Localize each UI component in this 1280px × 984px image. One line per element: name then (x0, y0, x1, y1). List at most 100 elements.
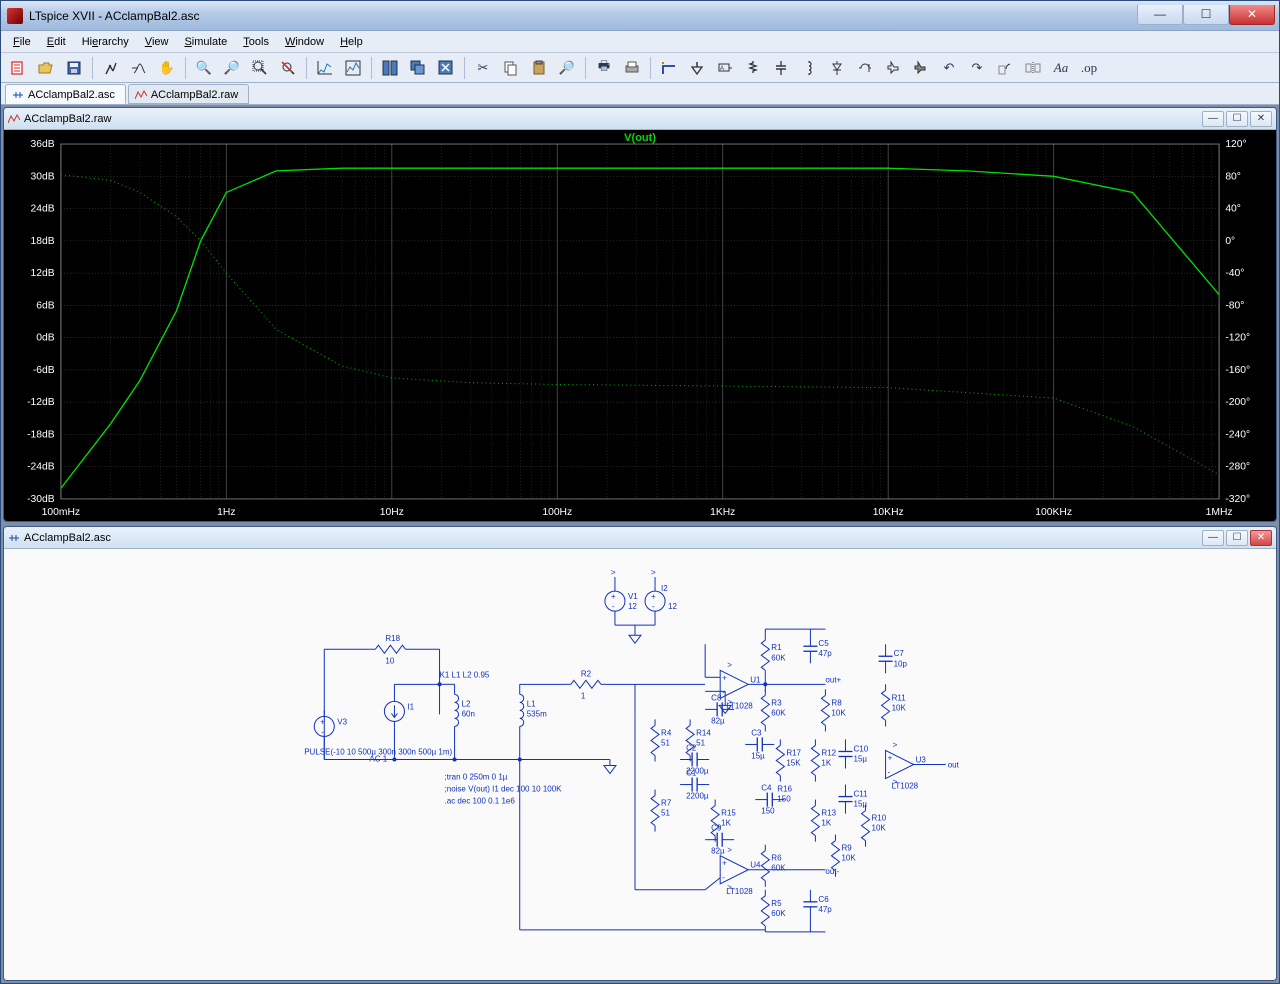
waveform-plot-area[interactable]: V(out) -30dB-24dB-18dB-12dB-6dB0dB6dB12d… (4, 130, 1276, 521)
waveform-close-button[interactable]: ✕ (1250, 111, 1272, 127)
menu-hierarchy[interactable]: Hierarchy (74, 33, 137, 51)
svg-text:>: > (611, 568, 616, 577)
minimize-button[interactable]: — (1137, 5, 1183, 25)
rotate-button[interactable] (992, 56, 1018, 80)
doctab-schematic-label: ACclampBal2.asc (28, 89, 115, 101)
menu-edit[interactable]: Edit (39, 33, 74, 51)
place-text-button[interactable]: Aa (1048, 56, 1074, 80)
svg-text:100mHz: 100mHz (42, 507, 80, 518)
svg-text:>: > (893, 740, 898, 749)
svg-text:;tran 0 250m 0 1µ: ;tran 0 250m 0 1µ (445, 773, 508, 782)
schematic-minimize-button[interactable]: — (1202, 530, 1224, 546)
schematic-maximize-button[interactable]: ☐ (1226, 530, 1248, 546)
schematic-window-titlebar[interactable]: ACclampBal2.asc — ☐ ✕ (4, 527, 1276, 549)
svg-text:15K: 15K (786, 759, 801, 768)
mirror-button[interactable] (1020, 56, 1046, 80)
svg-text:10K: 10K (841, 854, 856, 863)
pan-button[interactable]: ✋ (154, 56, 180, 80)
svg-text:C6: C6 (818, 895, 829, 904)
find-button[interactable]: 🔎 (554, 56, 580, 80)
waveform-window-titlebar[interactable]: ACclampBal2.raw — ☐ ✕ (4, 108, 1276, 130)
redo-button[interactable]: ↷ (964, 56, 990, 80)
menu-help[interactable]: Help (332, 33, 371, 51)
waveform-maximize-button[interactable]: ☐ (1226, 111, 1248, 127)
zoom-in-button[interactable]: 🔍 (191, 56, 217, 80)
draw-wire-button[interactable] (656, 56, 682, 80)
doctab-schematic[interactable]: ACclampBal2.asc (5, 84, 126, 104)
save-button[interactable] (61, 56, 87, 80)
halt-button[interactable] (126, 56, 152, 80)
move-button[interactable] (880, 56, 906, 80)
svg-text:80°: 80° (1225, 171, 1241, 182)
tile-windows-button[interactable] (377, 56, 403, 80)
maximize-button[interactable]: ☐ (1183, 5, 1229, 25)
menu-tools[interactable]: Tools (235, 33, 277, 51)
drag-button[interactable] (908, 56, 934, 80)
close-window-button[interactable] (433, 56, 459, 80)
svg-text:-: - (612, 602, 615, 611)
menu-window[interactable]: Window (277, 33, 332, 51)
place-resistor-button[interactable] (740, 56, 766, 80)
svg-text:47p: 47p (818, 905, 832, 914)
trace-label-vout[interactable]: V(out) (624, 132, 656, 144)
schematic-canvas[interactable]: R1810+-V3PULSE(-10 10 500µ 300n 300n 500… (4, 549, 1276, 980)
svg-text:1Hz: 1Hz (217, 507, 235, 518)
svg-text:-12dB: -12dB (27, 397, 55, 408)
open-button[interactable] (33, 56, 59, 80)
zoom-out-button[interactable]: 🔎 (219, 56, 245, 80)
svg-text:R7: R7 (661, 799, 672, 808)
cascade-windows-button[interactable] (405, 56, 431, 80)
svg-text:>: > (651, 568, 656, 577)
svg-text:C5: C5 (818, 639, 829, 648)
autorange-button[interactable] (312, 56, 338, 80)
new-schematic-button[interactable] (5, 56, 31, 80)
svg-text:10K: 10K (831, 708, 846, 717)
paste-button[interactable] (526, 56, 552, 80)
place-ground-button[interactable] (684, 56, 710, 80)
svg-text:+: + (888, 753, 893, 762)
place-component-button[interactable] (852, 56, 878, 80)
svg-text:U3: U3 (916, 755, 927, 764)
waveform-window-title: ACclampBal2.raw (24, 113, 111, 125)
svg-text:60K: 60K (771, 864, 786, 873)
cut-button[interactable]: ✂ (470, 56, 496, 80)
svg-text:A: A (720, 66, 724, 72)
place-diode-button[interactable] (824, 56, 850, 80)
close-button[interactable]: ✕ (1229, 5, 1275, 25)
zoom-fit-button[interactable] (275, 56, 301, 80)
menu-view[interactable]: View (137, 33, 177, 51)
svg-text:1K: 1K (821, 819, 831, 828)
spice-directive-button[interactable]: .op (1076, 56, 1102, 80)
undo-button[interactable]: ↶ (936, 56, 962, 80)
copy-button[interactable] (498, 56, 524, 80)
svg-text:C3: C3 (751, 728, 762, 737)
print-setup-button[interactable] (619, 56, 645, 80)
menu-simulate[interactable]: Simulate (176, 33, 235, 51)
svg-text:-: - (652, 602, 655, 611)
svg-text:24dB: 24dB (31, 204, 55, 215)
svg-text:10Hz: 10Hz (380, 507, 404, 518)
svg-text:L1: L1 (527, 699, 536, 708)
svg-text:-320°: -320° (1225, 494, 1250, 505)
schematic-close-button[interactable]: ✕ (1250, 530, 1272, 546)
svg-text:R17: R17 (786, 748, 801, 757)
doctab-waveform[interactable]: ACclampBal2.raw (128, 84, 249, 104)
label-net-button[interactable]: A (712, 56, 738, 80)
svg-text:51: 51 (661, 738, 670, 747)
svg-text:60K: 60K (771, 708, 786, 717)
place-inductor-button[interactable] (796, 56, 822, 80)
menu-file[interactable]: File (5, 33, 39, 51)
svg-text:-: - (888, 768, 891, 777)
svg-text:R13: R13 (821, 809, 836, 818)
svg-text:R11: R11 (892, 693, 907, 702)
place-capacitor-button[interactable] (768, 56, 794, 80)
svg-text:+: + (722, 673, 727, 682)
zoom-area-button[interactable] (247, 56, 273, 80)
menu-bar: File Edit Hierarchy View Simulate Tools … (1, 31, 1279, 53)
svg-text:82µ: 82µ (711, 847, 725, 856)
waveform-minimize-button[interactable]: — (1202, 111, 1224, 127)
print-button[interactable]: 🖶 (591, 56, 617, 80)
svg-text:-: - (722, 873, 725, 882)
run-button[interactable] (98, 56, 124, 80)
pick-visible-traces-button[interactable] (340, 56, 366, 80)
